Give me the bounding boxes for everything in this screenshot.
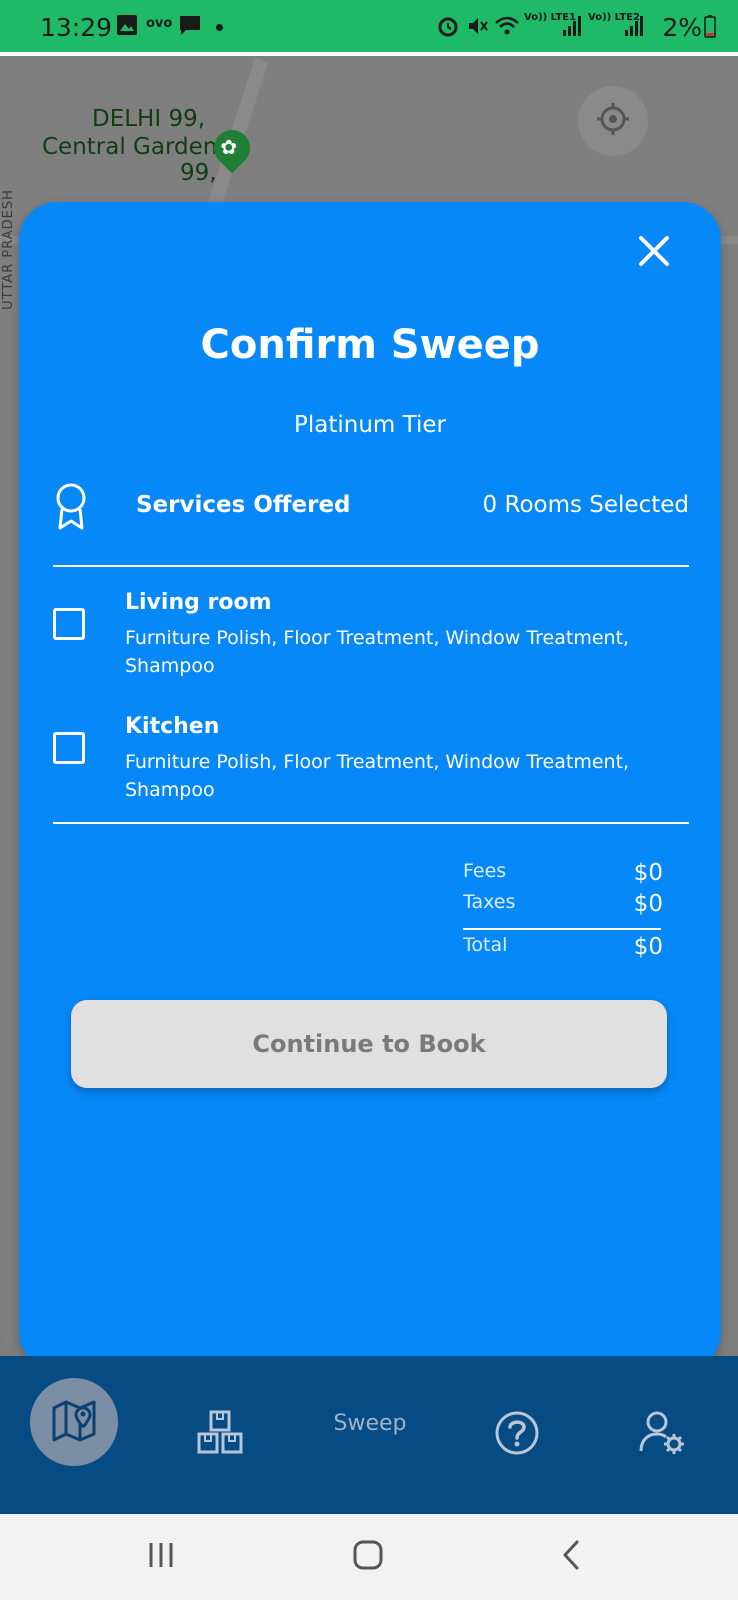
room-checkbox[interactable]	[53, 608, 85, 640]
continue-to-book-button[interactable]: Continue to Book	[71, 1000, 667, 1088]
divider	[53, 565, 689, 567]
signal1-icon	[562, 14, 582, 42]
total-value: $0	[633, 934, 663, 960]
tier-label: Platinum Tier	[294, 412, 446, 438]
user-settings-icon	[639, 1409, 687, 1461]
divider	[53, 822, 689, 824]
back-icon	[560, 1539, 582, 1575]
signal2-icon	[624, 14, 644, 42]
battery-icon	[704, 14, 716, 42]
status-bar: 13:29 ovo Vo)) LTE1 Vo)) LTE2 2%	[0, 0, 738, 52]
crosshair-icon	[595, 101, 631, 141]
total-label: Total	[463, 934, 508, 956]
award-icon	[53, 482, 89, 536]
services-offered-label: Services Offered	[136, 492, 351, 518]
mute-icon	[466, 14, 490, 42]
total-row: Total $0	[463, 934, 663, 965]
map-state-label: UTTAR PRADESH	[0, 189, 16, 310]
bottom-nav: Sweep	[0, 1356, 738, 1514]
nav-sweep-label: Sweep	[333, 1410, 407, 1436]
room-name: Living room	[125, 590, 272, 615]
services-header: Services Offered 0 Rooms Selected	[53, 482, 689, 532]
map-poi-label: Central Garden	[42, 134, 218, 160]
alarm-icon	[436, 14, 460, 42]
nav-profile-settings-button[interactable]	[628, 1356, 698, 1514]
battery-percent: 2%	[662, 13, 702, 42]
fees-label: Fees	[463, 860, 507, 882]
locate-button[interactable]	[578, 86, 648, 156]
notification-dot-icon	[216, 24, 223, 31]
status-time: 13:29	[40, 13, 113, 42]
message-icon	[178, 14, 202, 42]
recents-icon	[146, 1541, 176, 1573]
total-divider	[463, 928, 661, 930]
room-item[interactable]: Living room Furniture Polish, Floor Trea…	[53, 590, 689, 690]
home-icon	[352, 1539, 384, 1575]
map-poi-label: 99,	[180, 160, 217, 186]
nav-map-button[interactable]	[30, 1378, 118, 1466]
confirm-sweep-modal: Confirm Sweep Platinum Tier Services Off…	[19, 202, 721, 1370]
nav-sweep-button[interactable]: Sweep	[310, 1356, 430, 1514]
fees-row: Fees $0	[463, 860, 663, 891]
fees-value: $0	[633, 860, 663, 886]
room-services: Furniture Polish, Floor Treatment, Windo…	[125, 751, 630, 801]
boxes-icon	[197, 1410, 245, 1460]
taxes-value: $0	[633, 891, 663, 917]
room-services: Furniture Polish, Floor Treatment, Windo…	[125, 627, 630, 677]
system-nav-bar	[0, 1514, 738, 1600]
close-button[interactable]	[635, 232, 673, 270]
rooms-selected-count: 0 Rooms Selected	[482, 492, 689, 518]
fee-summary: Fees $0 Taxes $0 Total $0	[463, 860, 663, 965]
recents-button[interactable]	[138, 1534, 184, 1580]
home-button[interactable]	[345, 1534, 391, 1580]
map-pin-icon	[50, 1396, 98, 1448]
map-poi-label: DELHI 99,	[92, 106, 206, 132]
help-icon	[493, 1409, 541, 1461]
room-item[interactable]: Kitchen Furniture Polish, Floor Treatmen…	[53, 714, 689, 814]
back-button[interactable]	[548, 1534, 594, 1580]
taxes-row: Taxes $0	[463, 891, 663, 922]
wifi-icon	[494, 14, 520, 42]
nav-boxes-button[interactable]	[186, 1356, 256, 1514]
taxes-label: Taxes	[463, 891, 516, 913]
carrier-label: ovo	[146, 16, 173, 31]
modal-title: Confirm Sweep	[200, 322, 540, 368]
close-icon	[635, 236, 673, 274]
nav-help-button[interactable]	[482, 1356, 552, 1514]
room-name: Kitchen	[125, 714, 220, 739]
gallery-icon	[116, 14, 138, 40]
room-checkbox[interactable]	[53, 732, 85, 764]
